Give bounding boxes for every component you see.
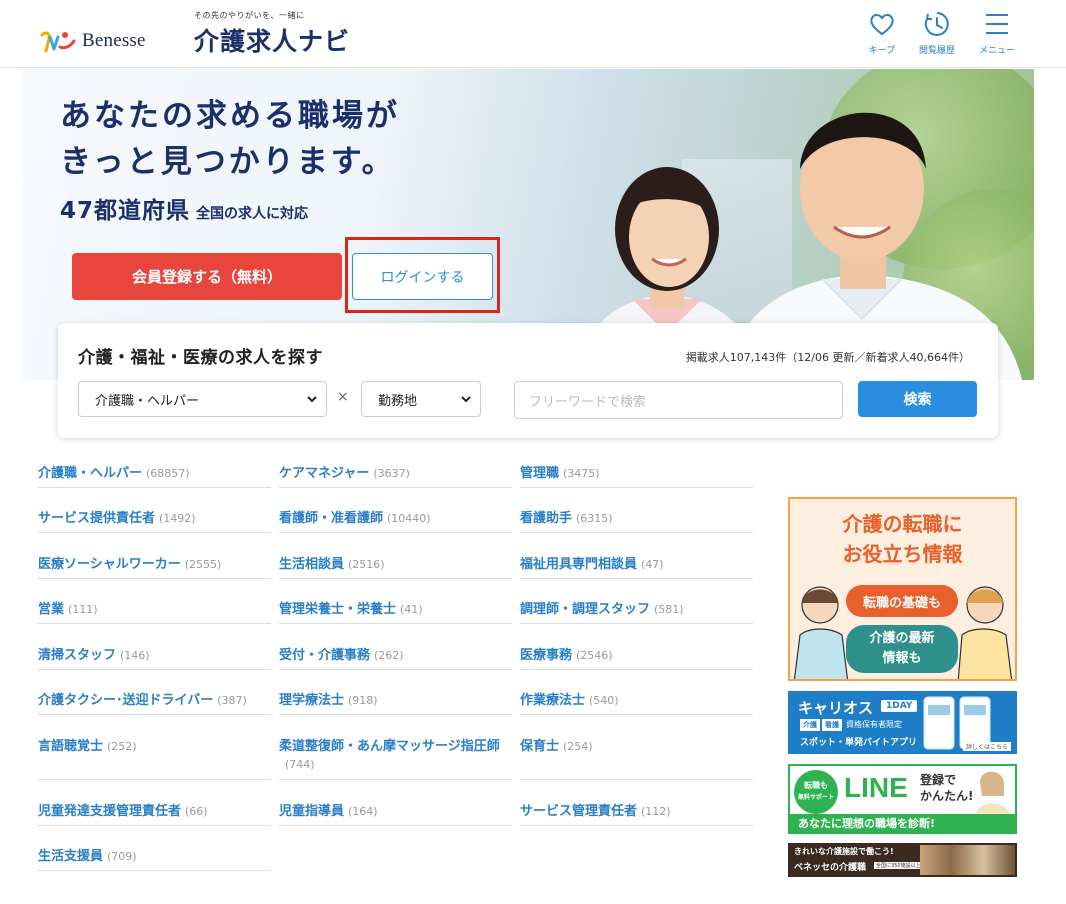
category-link[interactable]: 保育士 (254) — [520, 738, 753, 780]
carios-name: キャリオス — [798, 699, 874, 717]
carios-banner[interactable]: キャリオス 1DAY 介護 看護 資格保有者限定 スポット・単発バイトアプリ 詳… — [788, 691, 1017, 754]
category-link[interactable]: 生活支援員 (709) — [38, 848, 271, 871]
line-register-text: 登録で かんたん! — [920, 773, 974, 803]
benesse-wordmark: Benesse — [82, 30, 146, 51]
facility-headline: きれいな介護施設で働こう! — [794, 847, 894, 856]
hero-headline-line1: あなたの求める職場が — [60, 98, 400, 134]
site-name: 介護求人ナビ — [194, 27, 351, 56]
history-label: 閲覧履歴 — [918, 46, 955, 56]
site-header: Benesse その先のやりがいを、一緒に 介護求人ナビ キープ 閲覧履歴 メニ… — [0, 0, 1066, 68]
category-link[interactable]: 営業 (111) — [38, 601, 271, 624]
category-link[interactable]: 管理職 (3475) — [520, 465, 753, 488]
benesse-mark-icon — [38, 27, 76, 55]
category-link[interactable]: 看護助手 (6315) — [520, 510, 753, 533]
category-link[interactable]: 言語聴覚士 (252) — [38, 738, 271, 780]
carios-chip-care: 介護 — [800, 719, 820, 731]
carios-note: 資格保有者限定 — [846, 720, 902, 729]
category-link[interactable]: ケアマネジャー (3637) — [279, 465, 512, 488]
category-link[interactable]: 介護タクシー･送迎ドライバー (387) — [38, 692, 271, 715]
career-info-heading: 介護の転職に お役立ち情報 — [842, 512, 963, 566]
career-info-banner[interactable]: 介護の転職に お役立ち情報 転職の基礎も 介護の最新 情報も — [788, 497, 1017, 681]
category-link[interactable]: 理学療法士 (918) — [279, 692, 512, 715]
location-selected: 勤務地 — [378, 393, 418, 409]
carios-more-link: 詳しくはこちら — [962, 742, 1011, 751]
woman-illustration-icon — [976, 771, 1010, 814]
history-button[interactable]: 閲覧履歴 — [909, 10, 965, 56]
category-link[interactable]: 医療ソーシャルワーカー (2555) — [38, 556, 271, 579]
chevron-down-icon — [307, 396, 317, 403]
free-word-search-input[interactable]: フリーワードで検索 — [514, 381, 843, 419]
job-type-selected: 介護職・ヘルパー — [95, 393, 200, 409]
history-clock-icon — [924, 12, 949, 36]
category-link[interactable]: サービス管理責任者 (112) — [520, 803, 753, 826]
category-link[interactable]: 生活相談員 (2516) — [279, 556, 512, 579]
coverage-text: 全国の求人に対応 — [196, 206, 309, 222]
search-button[interactable]: 検索 — [858, 381, 977, 417]
menu-button[interactable]: メニュー — [969, 10, 1025, 56]
keep-button[interactable]: キープ — [854, 10, 910, 56]
login-button[interactable]: ログインする — [352, 253, 493, 300]
hero-headline: あなたの求める職場が きっと見つかります。 — [60, 93, 400, 185]
hamburger-menu-icon — [986, 14, 1008, 34]
category-link[interactable]: 福祉用具専門相談員 (47) — [520, 556, 753, 579]
prefecture-count: 47都道府県 — [60, 198, 191, 224]
category-link[interactable]: 管理栄養士・栄養士 (41) — [279, 601, 512, 624]
category-link[interactable]: 介護職・ヘルパー (68857) — [38, 465, 271, 488]
category-link[interactable]: 医療事務 (2546) — [520, 647, 753, 670]
carios-1day-tag: 1DAY — [881, 700, 918, 712]
register-button[interactable]: 会員登録する（無料） — [72, 253, 342, 300]
facility-subline: ベネッセの介護職 — [794, 863, 867, 873]
menu-label: メニュー — [978, 46, 1015, 56]
hero-subheadline: 47都道府県 全国の求人に対応 — [60, 191, 308, 225]
heart-icon — [870, 14, 894, 36]
latest-info-bubble: 介護の最新 情報も — [846, 625, 958, 673]
category-link[interactable]: 作業療法士 (540) — [520, 692, 753, 715]
line-diagnosis-strip: あなたに理想の職場を診断! — [790, 814, 1015, 832]
facility-count-badge: 全国に350施設以上 — [874, 862, 923, 869]
benesse-logo[interactable]: Benesse — [38, 26, 146, 56]
search-title: 介護・福祉・医療の求人を探す — [78, 348, 323, 368]
keep-label: キープ — [868, 46, 896, 56]
site-logo[interactable]: その先のやりがいを、一緒に 介護求人ナビ — [194, 10, 350, 58]
site-tagline: その先のやりがいを、一緒に — [194, 11, 305, 20]
category-link[interactable]: 児童指導員 (164) — [279, 803, 512, 826]
facility-photo — [920, 845, 1015, 875]
category-link[interactable]: 調理師・調理スタッフ (581) — [520, 601, 753, 624]
line-free-support-badge: 転職も 無料サポート — [794, 770, 838, 814]
listing-stats: 掲載求人107,143件（12/06 更新／新着求人40,664件） — [685, 351, 970, 364]
job-type-select[interactable]: 介護職・ヘルパー — [78, 381, 327, 417]
category-link[interactable]: 児童発達支援管理責任者 (66) — [38, 803, 271, 826]
category-link[interactable]: 看護師・准看護師 (10440) — [279, 510, 512, 533]
line-registration-banner[interactable]: 転職も 無料サポート LINE 登録で かんたん! あなたに理想の職場を診断! — [788, 764, 1017, 834]
category-link[interactable]: 柔道整復師・あん摩マッサージ指圧師 (744) — [279, 738, 512, 780]
facility-jobs-banner[interactable]: きれいな介護施設で働こう! ベネッセの介護職 全国に350施設以上 — [788, 843, 1017, 877]
job-search-panel: 介護・福祉・医療の求人を探す 掲載求人107,143件（12/06 更新／新着求… — [58, 323, 998, 438]
times-separator: × — [337, 389, 349, 405]
location-select[interactable]: 勤務地 — [361, 381, 481, 417]
category-link[interactable]: 清掃スタッフ (146) — [38, 647, 271, 670]
line-wordmark: LINE — [844, 772, 908, 803]
carios-chip-nursing: 看護 — [822, 719, 842, 731]
hero-headline-line2: きっと見つかります。 — [60, 144, 396, 180]
category-link[interactable]: サービス提供責任者 (1492) — [38, 510, 271, 533]
basics-bubble: 転職の基礎も — [846, 585, 958, 617]
chevron-down-icon — [461, 396, 471, 403]
carios-subtitle: スポット・単発バイトアプリ — [800, 738, 918, 748]
category-link[interactable]: 受付・介護事務 (262) — [279, 647, 512, 670]
